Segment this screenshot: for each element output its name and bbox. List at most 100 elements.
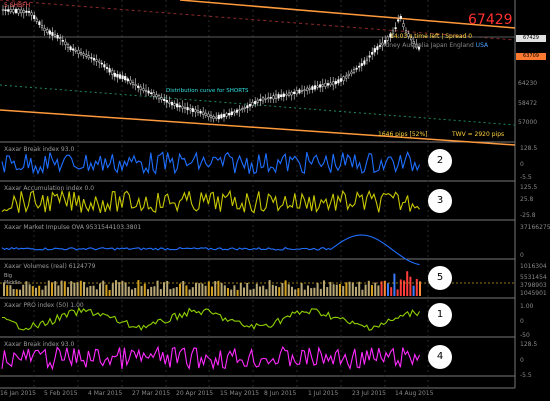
volume-bar	[393, 273, 396, 296]
axis-label: 128.5	[520, 341, 538, 348]
axis-label: 57000	[518, 119, 538, 126]
candle-body	[9, 9, 12, 13]
panel-badge-4: 4	[428, 345, 452, 369]
candle-body	[376, 46, 379, 50]
volume-bar	[255, 283, 258, 296]
candle-body	[20, 9, 23, 14]
volume-bar	[105, 284, 108, 296]
volume-bar	[73, 282, 76, 296]
price-tag-current: 67429	[516, 35, 546, 42]
session-australia: Australia	[402, 42, 429, 49]
candle-body	[261, 97, 265, 102]
twv-label: TWV = 2920 pips	[452, 131, 505, 138]
volume-bar	[268, 280, 271, 296]
candle-body	[160, 97, 163, 100]
candle-body	[324, 83, 327, 87]
candle-body	[38, 21, 41, 26]
volume-bar	[15, 289, 18, 296]
candle-body	[243, 107, 246, 109]
candle-body	[186, 107, 189, 111]
volume-bar	[143, 283, 146, 296]
axis-label: -25.8	[520, 212, 536, 219]
candle-body	[142, 88, 145, 91]
market-impulse-line	[1, 234, 420, 266]
panel-title-break: Xaxar Break index 93.0	[4, 146, 75, 153]
session-list: Sidney Australia Japan England USA	[380, 42, 488, 49]
candle-body	[295, 90, 298, 95]
volume-bar	[38, 285, 41, 296]
panel-badge-1: 1	[428, 303, 452, 327]
candle-body	[256, 99, 259, 103]
volume-bar	[364, 284, 367, 296]
volume-bar	[227, 288, 229, 296]
axis-label: 125.5	[520, 184, 538, 191]
volume-bar	[191, 287, 194, 296]
candle-body	[82, 53, 85, 56]
candle-body	[337, 79, 340, 84]
panel-title-impulse: Xaxar Market Impulse OVA 9531544103.3801	[4, 224, 142, 231]
candle-body	[196, 110, 200, 113]
axis-label: 58472	[518, 100, 538, 107]
candle-body	[85, 54, 88, 57]
candle-body	[137, 85, 140, 88]
volume-bar	[102, 280, 105, 296]
volume-bar	[409, 276, 412, 296]
candle-body	[345, 75, 348, 79]
candle-body	[230, 111, 233, 116]
candle-body	[358, 65, 361, 68]
volume-bar	[355, 286, 357, 296]
volume-bar	[415, 278, 418, 296]
date-label: 20 Apr 2015	[176, 390, 214, 397]
candle-body	[17, 9, 20, 14]
axis-label: 64230	[518, 80, 538, 87]
volume-bar	[163, 282, 165, 296]
volume-bar	[246, 282, 249, 296]
volume-bar	[166, 281, 169, 296]
volume-bar	[345, 282, 348, 296]
candle-body	[4, 9, 7, 12]
candle-body	[163, 98, 166, 101]
candle-body	[319, 84, 322, 88]
volume-bar	[265, 289, 268, 296]
volume-bar	[195, 282, 197, 296]
candle-body	[40, 25, 44, 28]
candle-body	[194, 109, 197, 113]
volume-bar	[361, 289, 364, 296]
date-label: 4 Mar 2015	[88, 390, 123, 397]
candle-body	[285, 93, 288, 96]
volume-bar	[150, 286, 153, 296]
candle-body	[397, 19, 400, 22]
volume-bar	[153, 286, 156, 296]
candle-body	[181, 105, 184, 109]
volume-bar	[396, 289, 399, 296]
volume-bar	[310, 288, 313, 296]
candle-body	[69, 46, 72, 51]
candle-body	[303, 89, 306, 91]
candle-body	[33, 15, 36, 19]
candle-body	[59, 37, 62, 39]
volume-bar	[89, 285, 92, 296]
pro-index-line	[2, 306, 421, 332]
volume-bar	[124, 282, 127, 296]
candle-body	[254, 101, 257, 104]
chart-canvas[interactable]	[0, 0, 550, 401]
candle-body	[64, 41, 67, 45]
candle-body	[152, 92, 155, 97]
volume-bar	[300, 282, 303, 296]
axis-label: 1045901	[520, 290, 547, 297]
volume-bar	[115, 280, 117, 296]
volume-bar	[28, 284, 31, 296]
candle-body	[168, 101, 171, 104]
volume-legend-middle: Middle	[4, 280, 21, 286]
volume-bar	[262, 285, 265, 296]
candle-body	[368, 55, 371, 58]
candle-body	[30, 12, 33, 16]
volume-bar	[275, 285, 277, 296]
volume-bar	[342, 286, 345, 296]
candle-body	[207, 113, 210, 117]
candle-body	[233, 111, 236, 114]
candle-body	[365, 58, 369, 61]
candle-body	[170, 102, 174, 106]
volume-bar	[358, 281, 361, 296]
volume-bar	[12, 289, 15, 296]
